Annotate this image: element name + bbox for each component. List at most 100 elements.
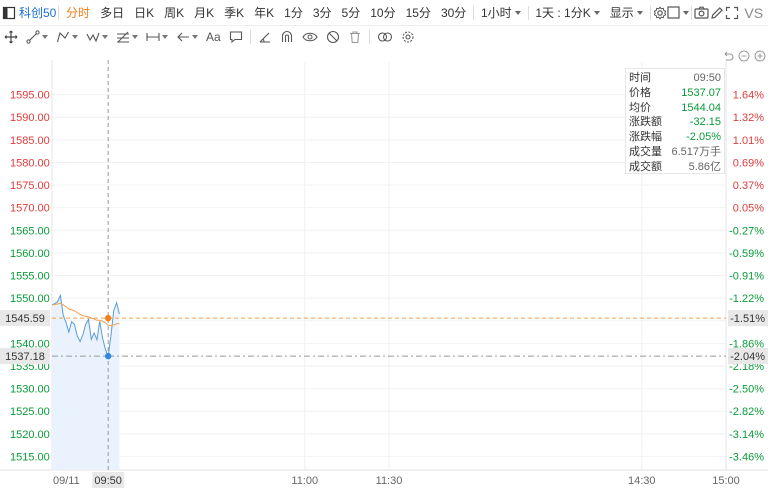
x-tick-label: 14:30: [628, 475, 656, 487]
price-point-marker: [104, 352, 112, 360]
zoom-out-icon[interactable]: [738, 50, 750, 65]
layout-select[interactable]: [667, 0, 689, 26]
panel-toggle-icon[interactable]: [2, 6, 16, 20]
divider: [649, 5, 651, 20]
info-label: 价格: [629, 86, 651, 99]
crosshair-price-axis-label: 1537.18: [5, 351, 45, 363]
eye-icon[interactable]: [298, 26, 322, 48]
info-row: 价格 1537.07: [629, 86, 721, 101]
hide-icon[interactable]: [322, 26, 344, 48]
period-toolbar: 科创50 分时 多日 日K 周K 月K 季K 年K 1分 3分 5分 10分 15分 30分 1小时 1…: [0, 0, 768, 26]
y-tick-label-right: -2.50%: [729, 384, 764, 396]
divider: [473, 5, 474, 20]
display-select[interactable]: 显示: [605, 0, 648, 26]
info-value: 09:50: [693, 72, 721, 84]
info-value: 6.517万手: [671, 145, 721, 158]
y-tick-label-left: 1550.00: [10, 293, 50, 305]
period-tab[interactable]: 10分: [365, 0, 400, 26]
quote-info-panel: 时间 09:50 价格 1537.07 均价 1544.04 涨跌额 -32.15 涨跌幅 -2.…: [625, 68, 725, 174]
info-value: 1537.07: [681, 86, 721, 99]
period-tab[interactable]: 多日: [95, 0, 129, 26]
zoom-in-icon[interactable]: [754, 50, 766, 65]
comment-icon[interactable]: [225, 26, 247, 48]
polyline-icon[interactable]: [52, 26, 82, 48]
divider: [368, 30, 370, 44]
y-tick-label-right: 0.37%: [733, 180, 764, 192]
crosshair-icon[interactable]: [0, 26, 22, 48]
period-tab[interactable]: 3分: [308, 0, 337, 26]
y-tick-label-left: 1595.00: [10, 90, 50, 102]
symbol-name[interactable]: 科创50: [19, 4, 56, 21]
y-tick-label-left: 1565.00: [10, 225, 50, 237]
wave-icon[interactable]: [82, 26, 112, 48]
info-label: 涨跌幅: [629, 131, 662, 144]
x-tick-label: 11:30: [376, 475, 403, 487]
info-label: 成交额: [629, 160, 662, 173]
period-tab[interactable]: 1分: [279, 0, 308, 26]
y-tick-label-left: 1560.00: [10, 248, 50, 260]
x-tick-label: 09/11: [53, 475, 80, 487]
period-tab[interactable]: 5分: [337, 0, 366, 26]
period-tab[interactable]: 年K: [249, 0, 279, 26]
divider: [691, 5, 693, 20]
info-row: 成交额 5.86亿: [629, 160, 721, 175]
y-tick-label-right: -1.22%: [729, 293, 764, 305]
period-tabs: 分时 多日 日K 周K 月K 季K 年K 1分 3分 5分 10分 15分 30分: [61, 0, 471, 26]
arrow-icon[interactable]: [172, 26, 202, 48]
y-tick-label-right: 1.01%: [733, 135, 764, 147]
day-interval-select[interactable]: 1天 : 1分K: [530, 0, 604, 26]
y-tick-label-left: 1590.00: [10, 112, 50, 124]
period-tab[interactable]: 分时: [61, 0, 95, 26]
y-tick-label-left: 1555.00: [10, 271, 50, 283]
avg-pct-axis-label: -1.51%: [730, 313, 765, 325]
info-row: 成交量 6.517万手: [629, 145, 721, 160]
symbol-selector[interactable]: 科创50: [0, 4, 56, 21]
hour-interval-select[interactable]: 1小时: [476, 0, 526, 26]
settings-icon[interactable]: [397, 26, 419, 48]
y-tick-label-left: 1525.00: [10, 406, 50, 418]
y-tick-label-left: 1520.00: [10, 429, 50, 441]
y-tick-label-right: 1.64%: [733, 90, 764, 102]
period-tab[interactable]: 日K: [129, 0, 159, 26]
y-tick-label-left: 1530.00: [10, 384, 50, 396]
drawing-toolbar: Aa: [0, 26, 768, 48]
fib-icon[interactable]: [112, 26, 142, 48]
period-tab[interactable]: 15分: [401, 0, 436, 26]
link-icon[interactable]: [373, 26, 397, 48]
measure-icon[interactable]: [142, 26, 172, 48]
undo-icon[interactable]: [722, 50, 734, 65]
trash-icon[interactable]: [344, 26, 366, 48]
period-tab[interactable]: 月K: [189, 0, 219, 26]
info-label: 成交量: [629, 145, 662, 158]
period-tab[interactable]: 30分: [436, 0, 471, 26]
pencil-icon[interactable]: [709, 0, 724, 26]
angle-icon[interactable]: [254, 26, 276, 48]
y-tick-label-right: -3.46%: [729, 451, 764, 463]
settings-icon[interactable]: [652, 0, 667, 26]
price-area: [52, 295, 120, 470]
period-tab[interactable]: 季K: [219, 0, 249, 26]
magnet-icon[interactable]: [276, 26, 298, 48]
y-tick-label-left: 1570.00: [10, 203, 50, 215]
vs-compare-button[interactable]: VS: [739, 0, 768, 26]
info-label: 时间: [629, 72, 651, 84]
avg-price-axis-label: 1545.59: [5, 313, 45, 325]
info-value: -2.05%: [686, 131, 721, 144]
y-tick-label-right: -0.91%: [729, 271, 764, 283]
text-icon[interactable]: Aa: [202, 26, 225, 48]
fullscreen-icon[interactable]: [724, 0, 739, 26]
period-tab[interactable]: 周K: [159, 0, 189, 26]
square-icon: [667, 6, 681, 19]
crosshair-time-label: 09:50: [94, 475, 122, 487]
divider: [249, 30, 251, 44]
trend-line-icon[interactable]: [22, 26, 52, 48]
camera-icon[interactable]: [694, 0, 709, 26]
crosshair-pct-axis-label: -2.04%: [730, 351, 765, 363]
y-tick-label-right: -0.27%: [729, 225, 764, 237]
y-tick-label-right: 0.69%: [733, 157, 764, 169]
y-tick-label-right: -3.14%: [729, 429, 764, 441]
info-row: 时间 09:50: [629, 71, 721, 86]
x-tick-label: 15:00: [712, 475, 740, 487]
info-value: 5.86亿: [688, 160, 721, 173]
y-tick-label-right: -2.82%: [729, 406, 764, 418]
